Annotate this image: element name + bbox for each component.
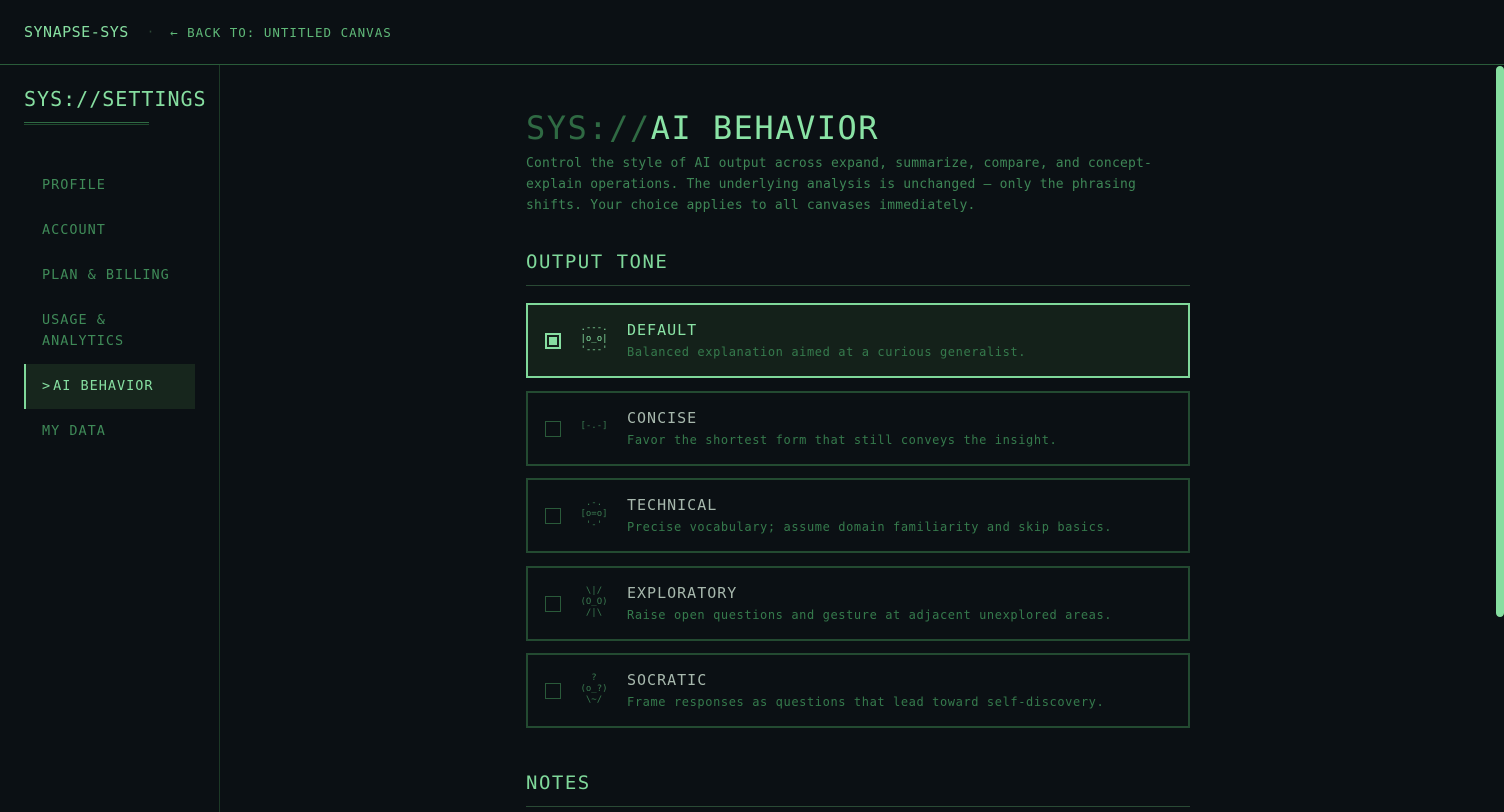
settings-sidebar: SYS://SETTINGS PROFILE ACCOUNT PLAN & BI… [0, 65, 220, 812]
sidebar-item-plan-billing[interactable]: PLAN & BILLING [24, 253, 195, 298]
tone-option-description: Favor the shortest form that still conve… [627, 433, 1058, 447]
sidebar-item-usage-analytics[interactable]: USAGE & ANALYTICS [24, 298, 154, 364]
tone-option-exploratory[interactable]: \|/ (O_O) /|\ EXPLORATORY Raise open que… [526, 566, 1190, 641]
sidebar-item-label: MY DATA [42, 423, 106, 439]
goggles-face-icon: .-. [o=o] '-' [580, 498, 608, 530]
tone-radio[interactable] [545, 683, 561, 699]
tone-option-technical[interactable]: .-. [o=o] '-' TECHNICAL Precise vocabula… [526, 478, 1190, 553]
output-tone-section-title: OUTPUT TONE [526, 251, 1190, 286]
tone-option-description: Precise vocabulary; assume domain famili… [627, 520, 1113, 534]
sidebar-item-label: AI BEHAVIOR [53, 378, 154, 394]
brand-logo[interactable]: SYNAPSE-SYS [24, 23, 129, 41]
sidebar-item-label: PROFILE [42, 177, 106, 193]
notes-section-title: NOTES [526, 772, 1190, 807]
tone-option-description: Frame responses as questions that lead t… [627, 695, 1105, 709]
sidebar-title-underline [24, 122, 149, 125]
page-title-prefix: SYS:// [526, 109, 651, 147]
sidebar-item-label: USAGE & ANALYTICS [42, 312, 125, 349]
tone-radio[interactable] [545, 508, 561, 524]
tone-option-title: DEFAULT [627, 321, 698, 339]
active-caret-icon: > [42, 378, 52, 394]
tone-radio[interactable] [545, 421, 561, 437]
page-title-main: AI BEHAVIOR [650, 109, 880, 147]
minimal-face-icon: [-.-] [580, 421, 608, 431]
page-description: Control the style of AI output across ex… [526, 156, 1153, 213]
top-bar: SYNAPSE-SYS · ← BACK TO: UNTITLED CANVAS [0, 0, 1504, 65]
sidebar-item-label: PLAN & BILLING [42, 267, 170, 283]
questioning-face-icon: ? (o_?) \~/ [580, 673, 608, 705]
tone-radio-checked[interactable] [545, 333, 561, 349]
page-scrollbar[interactable] [1496, 66, 1504, 617]
settings-nav: PROFILE ACCOUNT PLAN & BILLING USAGE & A… [24, 163, 195, 454]
tone-option-title: SOCRATIC [627, 671, 708, 689]
tone-option-description: Balanced explanation aimed at a curious … [627, 345, 1027, 359]
tone-option-default[interactable]: .---. |o_o| '---' DEFAULT Balanced expla… [526, 303, 1190, 378]
tone-option-title: CONCISE [627, 409, 698, 427]
excited-face-icon: \|/ (O_O) /|\ [580, 586, 608, 618]
robot-face-icon: .---. |o_o| '---' [580, 323, 608, 355]
tone-option-title: EXPLORATORY [627, 584, 738, 602]
sidebar-item-my-data[interactable]: MY DATA [24, 409, 195, 454]
tone-option-description: Raise open questions and gesture at adja… [627, 608, 1113, 622]
sidebar-title: SYS://SETTINGS [24, 87, 207, 111]
sidebar-item-ai-behavior[interactable]: > AI BEHAVIOR [24, 364, 195, 409]
sidebar-item-account[interactable]: ACCOUNT [24, 208, 195, 253]
sidebar-item-profile[interactable]: PROFILE [24, 163, 195, 208]
tone-option-concise[interactable]: [-.-] CONCISE Favor the shortest form th… [526, 391, 1190, 466]
sidebar-item-label: ACCOUNT [42, 222, 106, 238]
tone-option-title: TECHNICAL [627, 496, 718, 514]
back-to-canvas-link[interactable]: ← BACK TO: UNTITLED CANVAS [170, 25, 392, 40]
tone-option-socratic[interactable]: ? (o_?) \~/ SOCRATIC Frame responses as … [526, 653, 1190, 728]
tone-radio[interactable] [545, 596, 561, 612]
breadcrumb-separator: · [146, 25, 155, 39]
page-title: SYS://AI BEHAVIOR [526, 109, 879, 147]
